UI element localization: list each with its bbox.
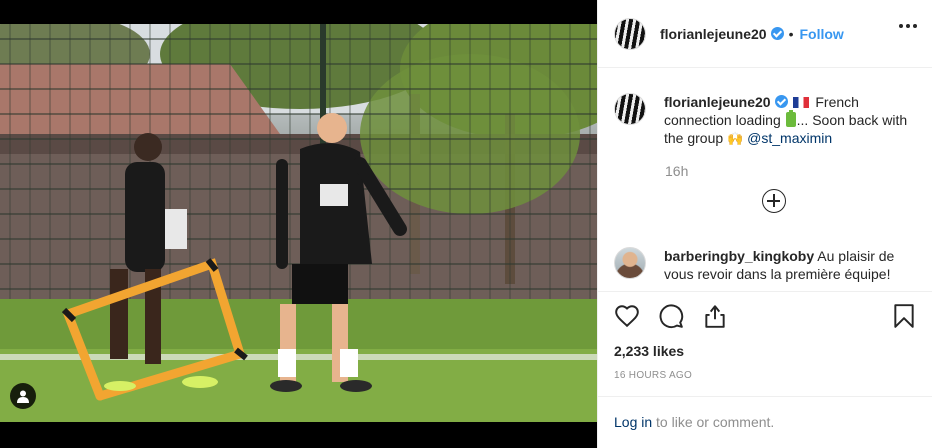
user-tag-button[interactable] xyxy=(10,383,36,409)
training-photo-scene xyxy=(0,24,597,422)
post-header: florianlejeune20 • Follow xyxy=(598,0,932,68)
author-avatar[interactable] xyxy=(614,17,646,50)
author-username[interactable]: florianlejeune20 xyxy=(660,26,767,42)
caption-mention-link[interactable]: @st_maximin xyxy=(747,130,832,146)
share-icon[interactable] xyxy=(702,303,728,329)
caption-text: florianlejeune20 French connection loadi… xyxy=(664,93,914,148)
post-side-panel: florianlejeune20 • Follow florianlejeune… xyxy=(597,0,932,448)
separator-dot: • xyxy=(788,25,794,42)
comment-text: barberingby_kingkoby Au plaisir de vous … xyxy=(664,247,914,283)
comments-section: florianlejeune20 French connection loadi… xyxy=(598,69,932,291)
caption: florianlejeune20 French connection loadi… xyxy=(614,93,914,148)
follow-button[interactable]: Follow xyxy=(800,26,844,42)
author-info: florianlejeune20 • Follow xyxy=(660,26,844,42)
login-prompt-text: to like or comment. xyxy=(656,414,775,430)
raised-hands-icon: 🙌 xyxy=(727,131,744,146)
likes-count[interactable]: 2,233 likes xyxy=(614,343,684,359)
comment-username[interactable]: barberingby_kingkoby xyxy=(664,248,814,264)
commenter-avatar[interactable] xyxy=(614,247,646,279)
france-flag-icon xyxy=(793,97,810,108)
training-photo xyxy=(0,24,597,422)
caption-age: 16h xyxy=(665,163,689,179)
more-options-icon[interactable] xyxy=(899,24,917,28)
login-prompt: Log in to like or comment. xyxy=(598,396,932,448)
caption-username[interactable]: florianlejeune20 xyxy=(664,94,771,110)
heart-icon[interactable] xyxy=(614,303,640,329)
load-more-icon[interactable] xyxy=(762,189,786,213)
login-link[interactable]: Log in xyxy=(614,414,652,430)
post-timestamp[interactable]: 16 HOURS AGO xyxy=(614,370,692,381)
battery-emoji-icon xyxy=(785,110,796,127)
bookmark-icon[interactable] xyxy=(891,303,917,329)
comment-icon[interactable] xyxy=(658,303,684,329)
comment-item: barberingby_kingkoby Au plaisir de vous … xyxy=(614,247,914,283)
post-photo[interactable] xyxy=(0,0,597,448)
caption-avatar[interactable] xyxy=(614,93,646,125)
verified-icon xyxy=(774,95,788,108)
verified-icon xyxy=(770,27,784,40)
action-bar: 2,233 likes 16 HOURS AGO xyxy=(598,291,932,381)
user-tag-icon xyxy=(17,390,29,403)
